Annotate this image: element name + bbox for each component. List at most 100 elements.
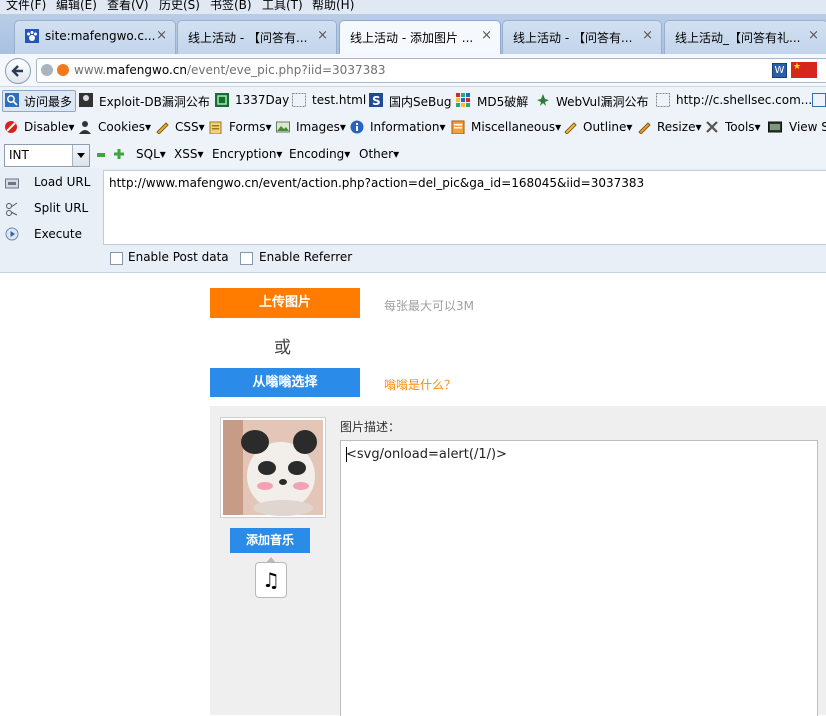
select-value: INT [9,148,29,162]
split-url-icon [6,202,18,216]
webdev-disable-menu[interactable]: Disable▾ [24,120,75,134]
bookmark-label[interactable]: 1337Day [235,93,289,107]
upload-picture-button[interactable]: 上传图片 [210,288,360,318]
what-is-wengweng-link[interactable]: 嗡嗡是什么？ [384,376,456,393]
webdev-forms-menu[interactable]: Forms▾ [229,120,272,134]
hackbar-encryption-menu[interactable]: Encryption▾ [212,147,282,161]
back-button[interactable] [5,58,31,84]
address-bar[interactable]: www.mafengwo.cn/event/eve_pic.php?iid=30… [36,58,826,83]
split-url-button[interactable]: Split URL [34,201,88,215]
webdev-information-menu[interactable]: Information▾ [370,120,446,134]
tab-activity-qa[interactable]: 线上活动 - 【问答有... × [177,20,337,55]
picture-description-label: 图片描述： [340,420,401,434]
webdev-cookies-menu[interactable]: Cookies▾ [98,120,151,134]
tab-label: 线上活动 - 【问答有... [188,31,308,45]
address-text[interactable]: www.mafengwo.cn/event/eve_pic.php?iid=30… [74,63,386,77]
webdev-tools-menu[interactable]: Tools▾ [725,120,761,134]
webdev-outline-menu[interactable]: Outline▾ [583,120,632,134]
load-url-button[interactable]: Load URL [34,175,90,189]
china-flag-icon[interactable] [791,62,817,78]
hackbar-url-textarea[interactable]: http://www.mafengwo.cn/event/action.php?… [103,170,826,245]
menu-bookmarks[interactable]: 书签(B) [210,0,252,13]
tab-add-picture[interactable]: 线上活动 - 添加图片 ... × [339,20,501,56]
tab-label: 线上活动 - 【问答有... [513,31,633,45]
svg-text:S: S [372,94,381,107]
menu-tools[interactable]: 工具(T) [262,0,303,13]
hackbar-sql-menu[interactable]: SQL▾ [136,147,166,161]
bookmark-label[interactable]: test.html [312,93,366,107]
menu-view[interactable]: 查看(V) [107,0,149,13]
description-value: <svg/onload=alert(/1/)> [346,447,507,462]
enable-post-label: Enable Post data [128,250,229,264]
paw-icon [25,29,39,43]
overflow-icon[interactable] [812,93,826,107]
webdev-resize-menu[interactable]: Resize▾ [657,120,701,134]
picture-thumbnail[interactable] [220,417,326,518]
bookmarks-bar: 访问最多 Exploit-DB漏洞公布 1337Day test.html S … [0,87,826,114]
close-icon[interactable]: × [156,28,167,43]
tab-site-search[interactable]: site:mafengwo.c... × [14,20,176,55]
forms-icon [209,121,222,134]
close-icon[interactable]: × [481,28,492,43]
tab-strip: site:mafengwo.c... × 线上活动 - 【问答有... × 线上… [0,14,826,56]
bookmark-label[interactable]: Exploit-DB漏洞公布 [99,93,210,110]
webdev-miscellaneous-menu[interactable]: Miscellaneous▾ [471,120,561,134]
site-identity-icon [57,64,69,76]
bookmark-label[interactable]: MD5破解 [477,93,528,110]
cookies-icon [79,121,91,134]
bookmark-label[interactable]: http://c.shellsec.com... [676,93,812,107]
menu-edit[interactable]: 编辑(E) [56,0,97,13]
close-icon[interactable]: × [808,28,819,43]
navigation-bar: www.mafengwo.cn/event/eve_pic.php?iid=30… [0,54,826,87]
word-icon[interactable]: W [772,63,787,78]
picture-description-textarea[interactable]: <svg/onload=alert(/1/)> [340,440,818,716]
enable-referrer-label: Enable Referrer [259,250,353,264]
text-caret [346,447,347,462]
menu-help[interactable]: 帮助(H) [312,0,354,13]
plus-icon[interactable] [113,148,125,160]
web-developer-toolbar: Disable▾ Cookies▾ CSS▾ Forms▾ Images▾ In… [0,114,826,143]
hackbar-xss-menu[interactable]: XSS▾ [174,147,203,161]
choose-from-wengweng-button[interactable]: 从嗡嗡选择 [210,368,360,397]
tab-activity-qa-2[interactable]: 线上活动 - 【问答有... × [502,20,662,55]
images-icon [276,121,290,133]
bookmark-label[interactable]: 国内SeBug [389,93,451,110]
exploit-db-icon [79,93,93,107]
information-icon [350,120,364,134]
menu-file[interactable]: 文件(F) [6,0,46,13]
bookmark-label[interactable]: WebVul漏洞公布 [556,93,649,110]
minus-icon[interactable] [96,150,106,160]
hackbar-url-value: http://www.mafengwo.cn/event/action.php?… [109,176,645,190]
execute-icon [5,227,19,241]
menu-history[interactable]: 历史(S) [159,0,200,13]
disable-icon [5,121,17,133]
or-separator: 或 [274,338,291,358]
webdev-view-source-menu[interactable]: View S [789,120,826,134]
webdev-css-menu[interactable]: CSS▾ [175,120,205,134]
md5-icon [456,93,470,107]
enable-referrer-checkbox[interactable] [240,252,253,265]
hackbar-panel: Load URL Split URL Execute http://www.ma… [0,168,826,273]
close-icon[interactable]: × [317,28,328,43]
hackbar-other-menu[interactable]: Other▾ [359,147,399,161]
hackbar-encoding-menu[interactable]: Encoding▾ [289,147,350,161]
webdev-images-menu[interactable]: Images▾ [296,120,346,134]
tab-label: 线上活动_【问答有礼... [675,31,801,45]
webvul-icon [537,94,549,106]
int-type-select[interactable]: INT [4,144,90,167]
load-url-icon [5,178,19,189]
resize-pencil-icon [638,122,651,134]
view-source-icon [768,121,782,133]
menu-bar: 文件(F) 编辑(E) 查看(V) 历史(S) 书签(B) 工具(T) 帮助(H… [0,0,826,14]
add-music-button[interactable]: 添加音乐 [230,528,310,553]
close-icon[interactable]: × [642,28,653,43]
tab-activity-gift[interactable]: 线上活动_【问答有礼... × [664,20,826,55]
music-note-icon[interactable]: ♫ [255,557,287,598]
execute-button[interactable]: Execute [34,227,82,241]
bookmark-label[interactable]: 访问最多 [24,93,72,110]
hackbar-toolbar: INT SQL▾ XSS▾ Encryption▾ Encoding▾ Othe… [0,142,826,168]
enable-post-checkbox[interactable] [110,252,123,265]
back-arrow-icon [11,65,23,77]
outline-pencil-icon [564,122,577,134]
tab-label: 线上活动 - 添加图片 ... [350,31,474,45]
